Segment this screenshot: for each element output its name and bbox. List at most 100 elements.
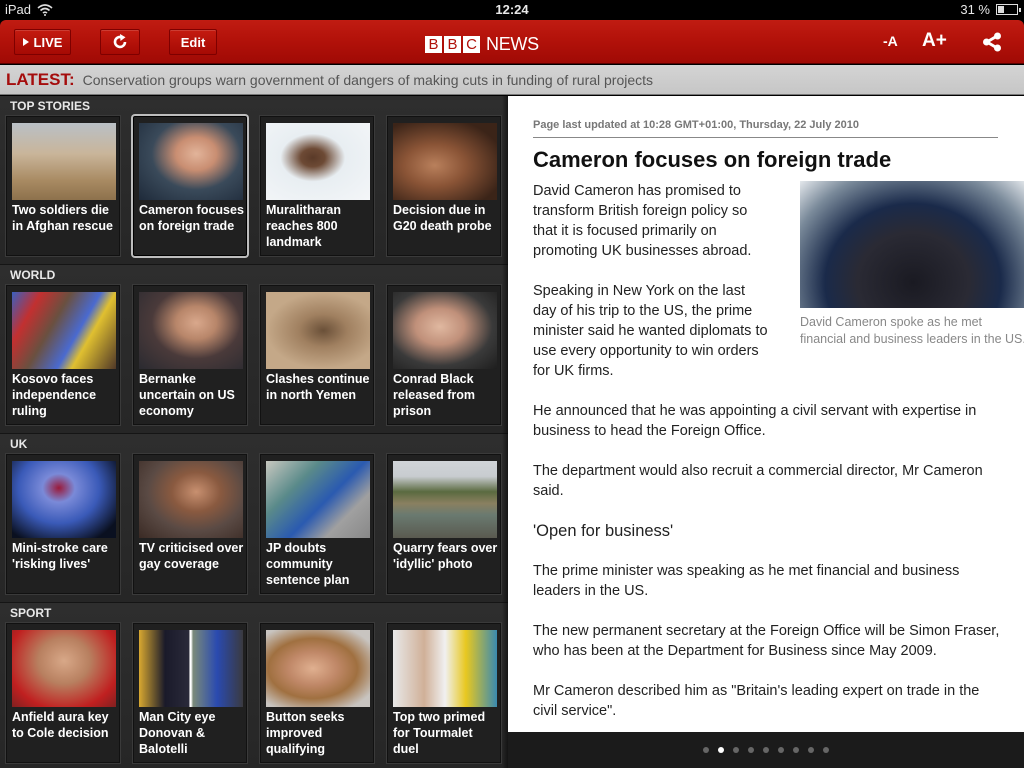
- status-bar: iPad 12:24 31 %: [0, 0, 1024, 20]
- story-caption: Two soldiers die in Afghan rescue: [12, 203, 113, 233]
- refresh-button[interactable]: [100, 29, 140, 55]
- story-caption: Decision due in G20 death probe: [393, 203, 492, 233]
- story-tile[interactable]: JP doubts community sentence plan: [260, 454, 374, 594]
- story-tile[interactable]: Decision due in G20 death probe: [387, 116, 501, 256]
- story-thumbnail: [266, 292, 370, 369]
- story-caption: Anfield aura key to Cole decision: [12, 710, 109, 740]
- page-dot[interactable]: [703, 747, 709, 753]
- story-caption: TV criticised over gay coverage: [139, 541, 244, 571]
- article-paragraph: David Cameron has promised to transform …: [533, 183, 752, 259]
- bbc-news-logo: B B C NEWS: [425, 34, 539, 55]
- logo-letter: B: [425, 36, 442, 53]
- section-uk: UK Mini-stroke care 'risking lives' TV c…: [0, 434, 508, 603]
- story-caption: Cameron focuses on foreign trade: [139, 203, 244, 233]
- article-figure: David Cameron spoke as he met financial …: [800, 181, 1024, 348]
- story-thumbnail: [393, 292, 497, 369]
- page-dot[interactable]: [823, 747, 829, 753]
- article-paragraph: The department would also recruit a comm…: [533, 463, 983, 499]
- page-dot[interactable]: [778, 747, 784, 753]
- latest-ticker[interactable]: LATEST: Conservation groups warn governm…: [0, 65, 1024, 95]
- logo-letter: B: [444, 36, 461, 53]
- article-paragraph: The new permanent secretary at the Forei…: [533, 623, 1000, 659]
- page-dot[interactable]: [808, 747, 814, 753]
- story-tile[interactable]: Quarry fears over 'idyllic' photo: [387, 454, 501, 594]
- article-headline: Cameron focuses on foreign trade: [533, 147, 892, 172]
- page-indicator[interactable]: [508, 732, 1024, 768]
- story-thumbnail: [12, 630, 116, 707]
- section-top-stories: TOP STORIES Two soldiers die in Afghan r…: [0, 96, 508, 265]
- story-caption: Man City eye Donovan & Balotelli: [139, 710, 216, 756]
- article-subheading: 'Open for business': [533, 522, 674, 540]
- latest-headline[interactable]: Conservation groups warn government of d…: [83, 72, 653, 88]
- battery-level: [998, 6, 1004, 13]
- section-title: WORLD: [10, 268, 56, 282]
- play-icon: [22, 38, 29, 46]
- story-caption: Mini-stroke care 'risking lives': [12, 541, 108, 571]
- font-increase-button[interactable]: A+: [922, 30, 947, 52]
- live-label: LIVE: [33, 34, 63, 50]
- live-button[interactable]: LIVE: [14, 29, 71, 55]
- image-caption: David Cameron spoke as he met financial …: [800, 315, 1024, 346]
- share-icon[interactable]: [982, 32, 1002, 52]
- page-dot[interactable]: [793, 747, 799, 753]
- story-tile[interactable]: Mini-stroke care 'risking lives': [6, 454, 120, 594]
- story-thumbnail: [139, 630, 243, 707]
- article-paragraph: Mr Cameron described him as "Britain's l…: [533, 683, 980, 719]
- article-panel[interactable]: Page last updated at 10:28 GMT+01:00, Th…: [508, 96, 1024, 732]
- story-thumbnail: [266, 461, 370, 538]
- section-title: TOP STORIES: [10, 99, 91, 113]
- story-thumbnail: [12, 123, 116, 200]
- story-caption: JP doubts community sentence plan: [266, 541, 350, 587]
- divider: [533, 137, 998, 138]
- story-thumbnail: [393, 461, 497, 538]
- story-tile[interactable]: Top two primed for Tourmalet duel: [387, 623, 501, 763]
- section-title: UK: [10, 437, 28, 451]
- story-tile[interactable]: Conrad Black released from prison: [387, 285, 501, 425]
- story-tile[interactable]: TV criticised over gay coverage: [133, 454, 247, 594]
- story-thumbnail: [139, 123, 243, 200]
- story-tile[interactable]: Bernanke uncertain on US economy: [133, 285, 247, 425]
- article-body: David Cameron spoke as he met financial …: [533, 181, 1024, 732]
- page-dot-active[interactable]: [718, 747, 724, 753]
- story-thumbnail: [266, 630, 370, 707]
- last-updated: Page last updated at 10:28 GMT+01:00, Th…: [533, 119, 859, 131]
- page-dot[interactable]: [763, 747, 769, 753]
- story-tile[interactable]: Anfield aura key to Cole decision: [6, 623, 120, 763]
- story-thumbnail: [139, 292, 243, 369]
- logo-letter: C: [463, 36, 480, 53]
- battery-percent: 31 %: [960, 2, 990, 17]
- section-title: SPORT: [10, 606, 52, 620]
- article-paragraph: The prime minister was speaking as he me…: [533, 563, 960, 599]
- story-tile-selected[interactable]: Cameron focuses on foreign trade: [133, 116, 247, 256]
- story-caption: Conrad Black released from prison: [393, 372, 475, 418]
- app-toolbar: LIVE Edit B B C NEWS -A A+: [0, 20, 1024, 64]
- story-thumbnail: [393, 630, 497, 707]
- story-tile[interactable]: Kosovo faces independence ruling: [6, 285, 120, 425]
- page-dot[interactable]: [748, 747, 754, 753]
- story-thumbnail: [266, 123, 370, 200]
- story-caption: Bernanke uncertain on US economy: [139, 372, 235, 418]
- story-thumbnail: [393, 123, 497, 200]
- story-caption: Clashes continue in north Yemen: [266, 372, 370, 402]
- section-sport: SPORT Anfield aura key to Cole decision …: [0, 603, 508, 768]
- page-dot[interactable]: [733, 747, 739, 753]
- story-thumbnail: [139, 461, 243, 538]
- story-caption: Muralitharan reaches 800 landmark: [266, 203, 342, 249]
- story-caption: Button seeks improved qualifying: [266, 710, 345, 756]
- battery-icon: [996, 4, 1021, 15]
- font-decrease-button[interactable]: -A: [883, 33, 898, 49]
- article-paragraph: Speaking in New York on the last day of …: [533, 283, 768, 379]
- story-tile[interactable]: Man City eye Donovan & Balotelli: [133, 623, 247, 763]
- status-right: 31 %: [960, 2, 1021, 17]
- story-thumbnail: [12, 292, 116, 369]
- story-tile[interactable]: Clashes continue in north Yemen: [260, 285, 374, 425]
- story-thumbnail: [12, 461, 116, 538]
- clock: 12:24: [495, 2, 529, 17]
- story-tile[interactable]: Muralitharan reaches 800 landmark: [260, 116, 374, 256]
- logo-news-text: NEWS: [486, 34, 539, 54]
- story-tile[interactable]: Two soldiers die in Afghan rescue: [6, 116, 120, 256]
- refresh-icon: [113, 34, 127, 49]
- story-tile[interactable]: Button seeks improved qualifying: [260, 623, 374, 763]
- story-caption: Kosovo faces independence ruling: [12, 372, 97, 418]
- edit-button[interactable]: Edit: [169, 29, 217, 55]
